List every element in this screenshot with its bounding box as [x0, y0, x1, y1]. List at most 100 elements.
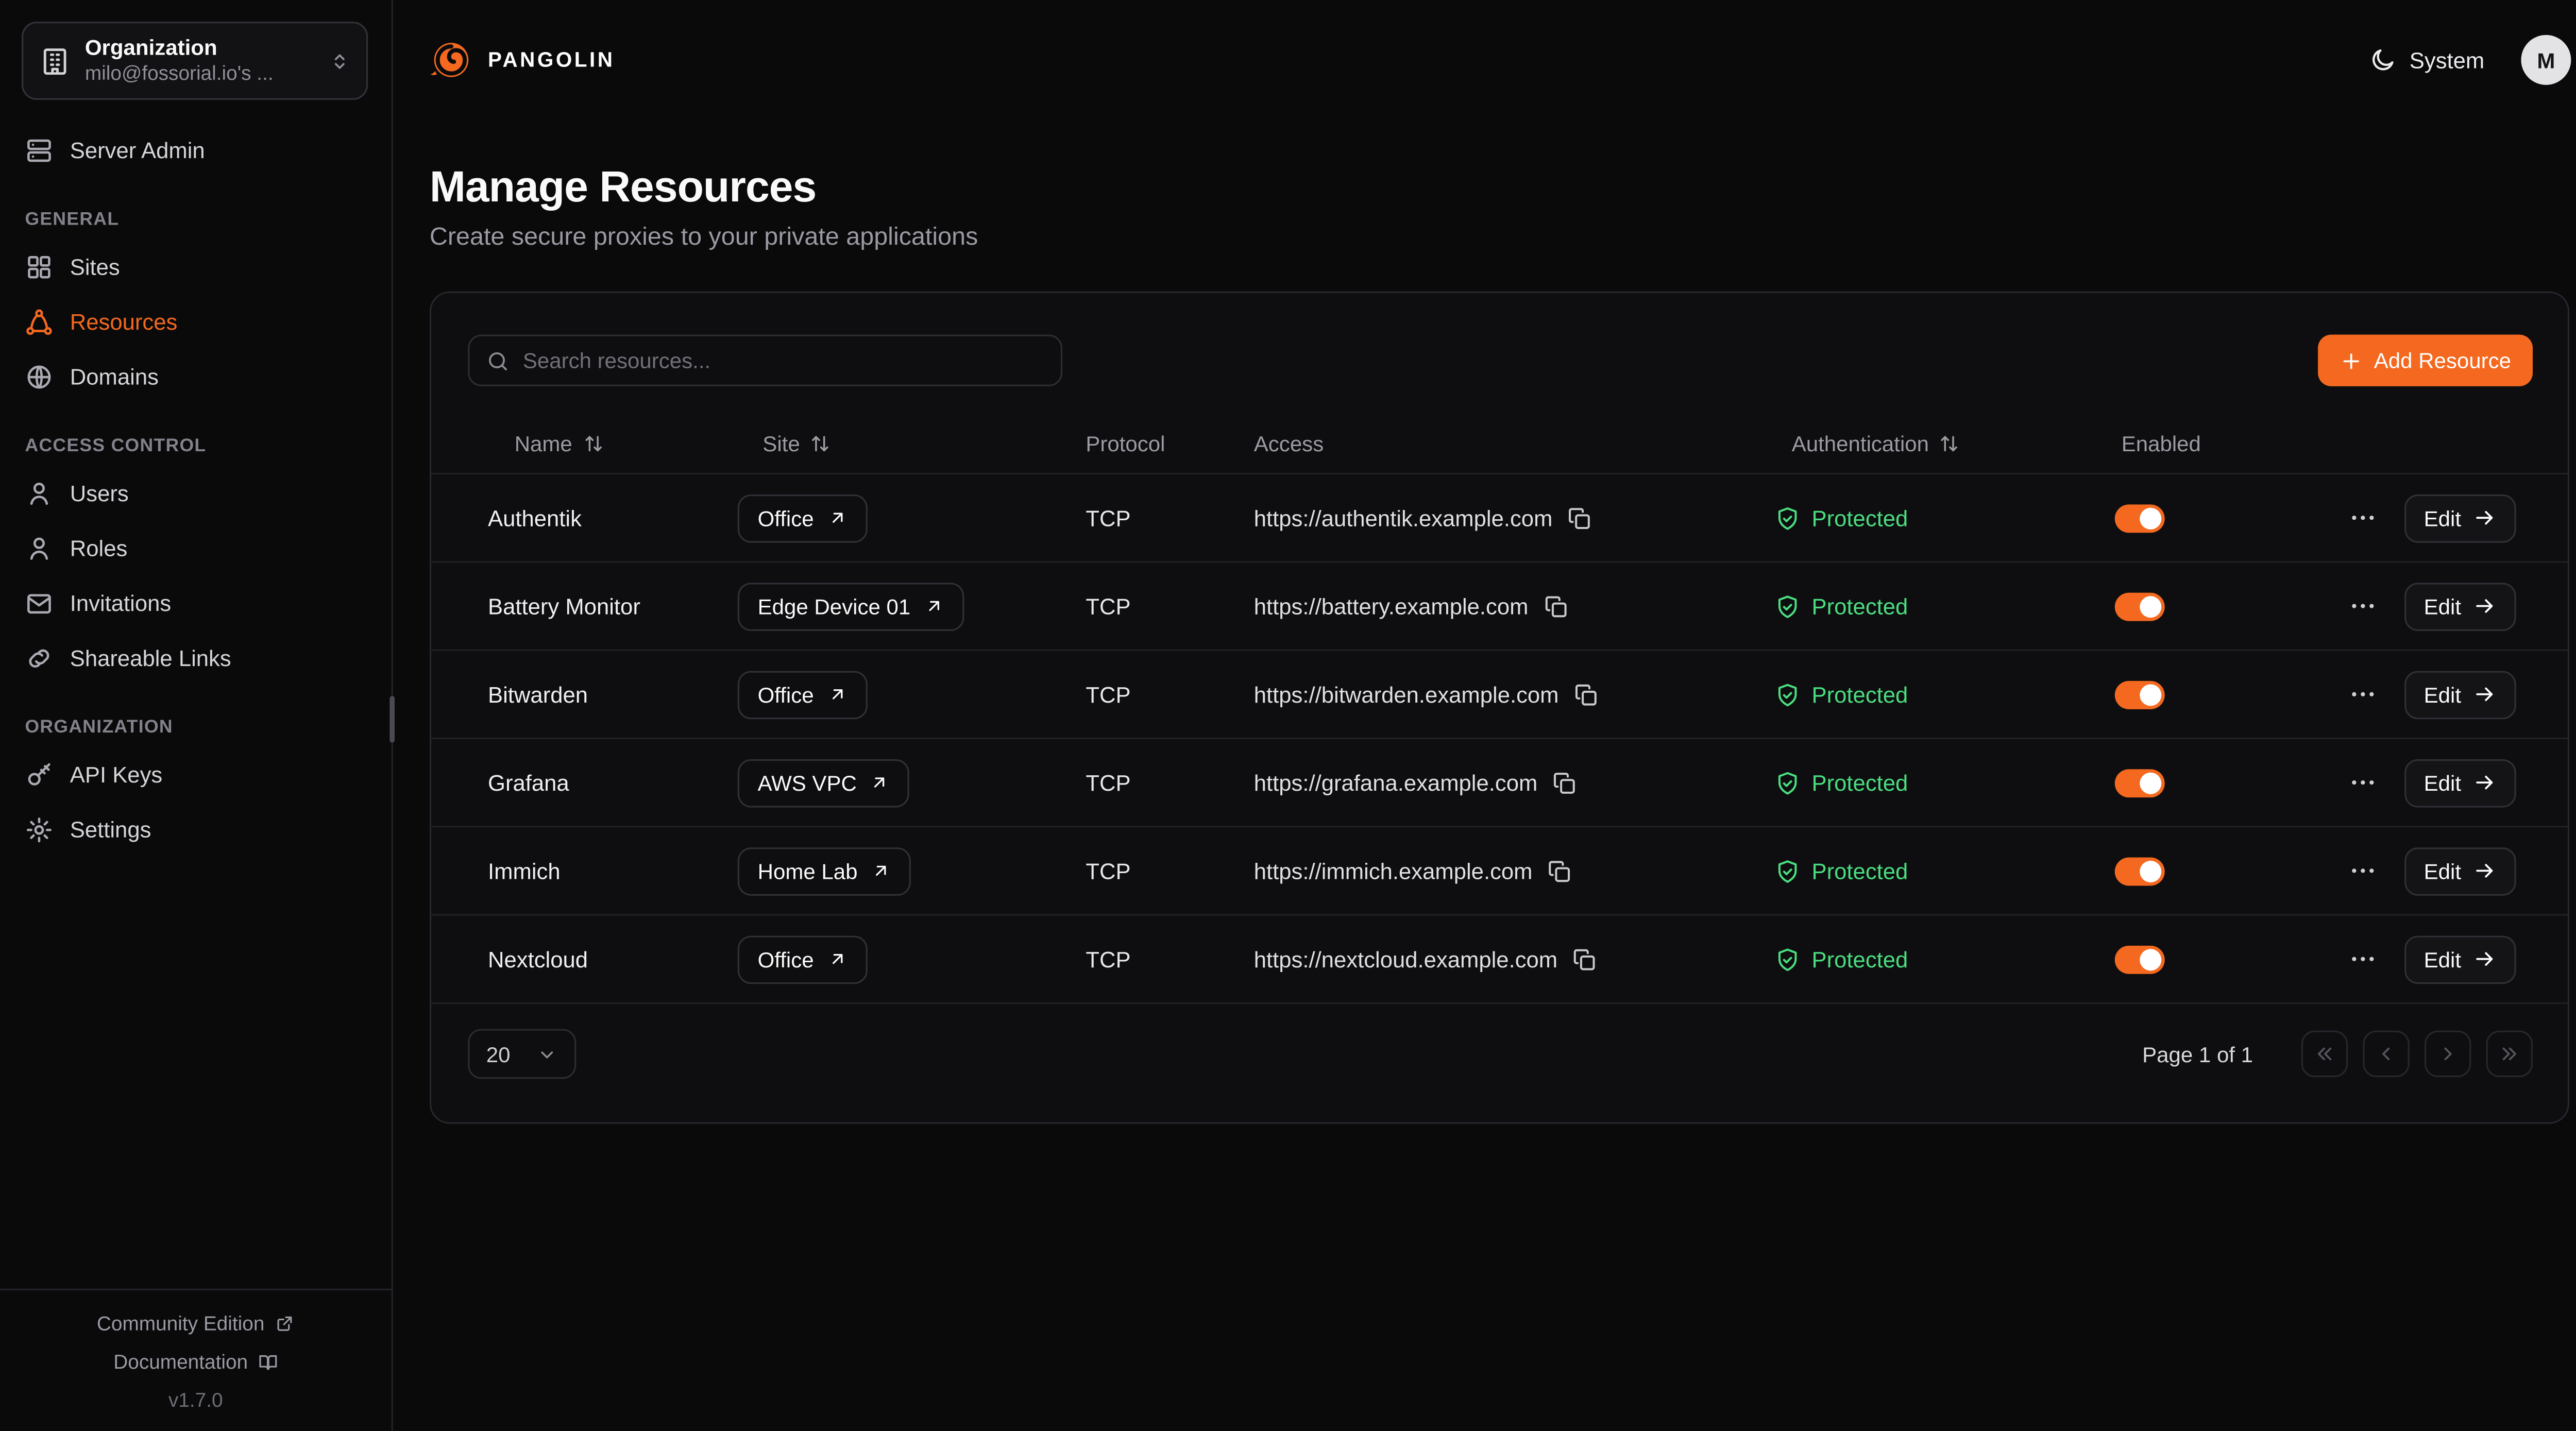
community-edition-link[interactable]: Community Edition [97, 1309, 295, 1338]
user-icon [25, 535, 53, 563]
edit-label: Edit [2424, 593, 2461, 618]
sidebar-item-users[interactable]: Users [22, 466, 370, 521]
copy-url-button[interactable] [1568, 505, 1592, 530]
enabled-toggle[interactable] [2115, 857, 2165, 885]
sidebar-section-label: ACCESS CONTROL [25, 436, 369, 456]
shield-check-icon [1775, 770, 1800, 795]
add-resource-label: Add Resource [2374, 348, 2511, 373]
add-resource-button[interactable]: Add Resource [2317, 335, 2533, 386]
copy-url-button[interactable] [1548, 858, 1572, 883]
sidebar-item-server-admin[interactable]: Server Admin [22, 123, 370, 178]
edit-button[interactable]: Edit [2404, 670, 2516, 719]
resource-name: Authentik [431, 505, 738, 530]
sidebar-item-label: Server Admin [70, 138, 205, 163]
resource-protocol: TCP [1086, 682, 1253, 707]
enabled-toggle[interactable] [2115, 945, 2165, 973]
sidebar-item-label: Shareable Links [70, 646, 231, 671]
arrow-up-right-icon [871, 861, 891, 881]
last-page-button[interactable] [2486, 1031, 2533, 1077]
link-icon [25, 644, 53, 673]
documentation-link[interactable]: Documentation [113, 1348, 278, 1376]
column-header-site[interactable]: Site [738, 430, 1086, 455]
sidebar-item-resources[interactable]: Resources [22, 295, 370, 350]
chevron-left-icon [2375, 1042, 2398, 1065]
book-icon [258, 1352, 278, 1372]
column-header-label: Protocol [1086, 430, 1165, 455]
copy-url-button[interactable] [1552, 770, 1577, 795]
sidebar-item-label: Domains [70, 365, 159, 389]
site-name: Edge Device 01 [758, 593, 911, 618]
sidebar-footer: Community Edition Documentation v1.7.0 [0, 1288, 392, 1431]
avatar[interactable]: M [2521, 35, 2571, 85]
edit-button[interactable]: Edit [2404, 847, 2516, 895]
arrow-right-icon [2473, 859, 2496, 882]
row-menu-button[interactable] [2347, 768, 2377, 797]
sidebar-item-api-keys[interactable]: API Keys [22, 747, 370, 803]
next-page-button[interactable] [2425, 1031, 2471, 1077]
copy-url-button[interactable] [1574, 682, 1599, 707]
row-menu-button[interactable] [2347, 503, 2377, 533]
column-header-authentication[interactable]: Authentication [1775, 430, 2114, 455]
ellipsis-icon [2347, 591, 2377, 621]
column-header-access: Access [1254, 430, 1775, 455]
sidebar-item-invitations[interactable]: Invitations [22, 576, 370, 631]
topbar: PANGOLIN System M [393, 0, 2576, 120]
site-link-button[interactable]: AWS VPC [738, 758, 910, 807]
enabled-toggle[interactable] [2115, 680, 2165, 708]
site-link-button[interactable]: Office [738, 935, 867, 983]
sidebar-item-domains[interactable]: Domains [22, 350, 370, 405]
sidebar-item-roles[interactable]: Roles [22, 521, 370, 576]
table-body: Authentik Office TCP https://authentik.e… [431, 474, 2568, 1004]
brand-home-link[interactable]: PANGOLIN [430, 38, 615, 81]
sidebar-item-label: Users [70, 481, 129, 506]
first-page-button[interactable] [2301, 1031, 2348, 1077]
site-link-button[interactable]: Home Lab [738, 847, 911, 895]
site-name: AWS VPC [758, 770, 857, 795]
row-menu-button[interactable] [2347, 856, 2377, 885]
resource-name: Grafana [431, 770, 738, 795]
copy-icon [1548, 858, 1572, 883]
theme-selector[interactable]: System [2369, 46, 2484, 73]
sidebar-resize-handle[interactable] [389, 696, 395, 742]
resource-url: https://authentik.example.com [1254, 505, 1553, 530]
resource-url: https://grafana.example.com [1254, 770, 1538, 795]
resource-protocol: TCP [1086, 858, 1253, 883]
sidebar-item-shareable-links[interactable]: Shareable Links [22, 631, 370, 686]
site-link-button[interactable]: Edge Device 01 [738, 582, 964, 631]
page-size-select[interactable]: 20 [468, 1029, 576, 1079]
auth-badge: Protected [1775, 682, 1908, 707]
sidebar-item-sites[interactable]: Sites [22, 240, 370, 295]
row-menu-button[interactable] [2347, 679, 2377, 709]
site-name: Office [758, 682, 814, 707]
edit-button[interactable]: Edit [2404, 758, 2516, 807]
edit-button[interactable]: Edit [2404, 493, 2516, 542]
row-menu-button[interactable] [2347, 591, 2377, 621]
table-row: Grafana AWS VPC TCP https://grafana.exam… [431, 739, 2568, 827]
edit-button[interactable]: Edit [2404, 582, 2516, 631]
column-header-name[interactable]: Name [431, 430, 738, 455]
prev-page-button[interactable] [2363, 1031, 2409, 1077]
column-header-label: Authentication [1792, 430, 1929, 455]
waypoints-icon [25, 308, 53, 336]
row-menu-button[interactable] [2347, 944, 2377, 974]
site-link-button[interactable]: Office [738, 493, 867, 542]
copy-url-button[interactable] [1572, 946, 1597, 971]
search-input[interactable] [523, 348, 1044, 373]
table-row: Immich Home Lab TCP https://immich.examp… [431, 827, 2568, 915]
edit-label: Edit [2424, 770, 2461, 795]
sidebar-item-settings[interactable]: Settings [22, 803, 370, 858]
org-switcher[interactable]: Organization milo@fossorial.io's ... [22, 22, 368, 100]
shield-check-icon [1775, 858, 1800, 883]
enabled-toggle[interactable] [2115, 504, 2165, 532]
globe-icon [25, 363, 53, 391]
column-header-label: Enabled [2122, 430, 2201, 455]
site-link-button[interactable]: Office [738, 670, 867, 719]
enabled-toggle[interactable] [2115, 592, 2165, 620]
edit-button[interactable]: Edit [2404, 935, 2516, 983]
page-subtitle: Create secure proxies to your private ap… [430, 223, 2571, 251]
resource-url: https://bitwarden.example.com [1254, 682, 1559, 707]
table-header: Name Site Protocol Access Authentication… [431, 413, 2568, 475]
auth-badge: Protected [1775, 505, 1908, 530]
copy-url-button[interactable] [1544, 593, 1568, 618]
enabled-toggle[interactable] [2115, 769, 2165, 797]
